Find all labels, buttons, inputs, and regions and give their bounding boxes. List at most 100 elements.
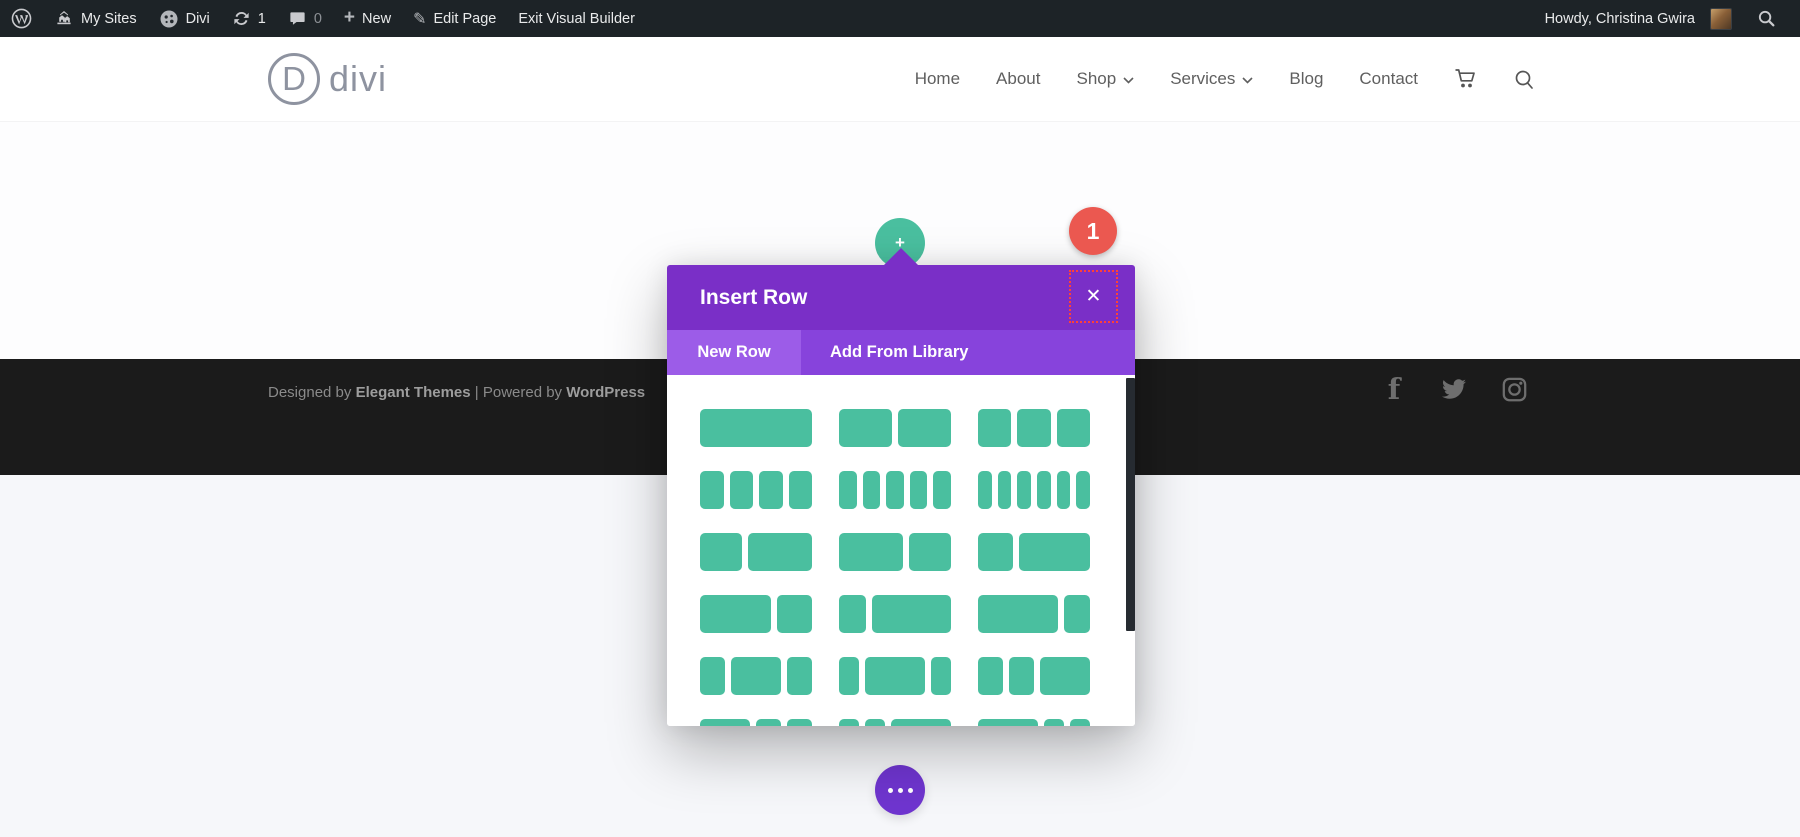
exit-visual-builder-button[interactable]: Exit Visual Builder: [507, 0, 646, 37]
layout-column-block: [787, 657, 812, 695]
layout-column-block: [1070, 719, 1090, 726]
layout-column-block: [909, 533, 951, 571]
wordpress-menu-button[interactable]: [0, 0, 43, 37]
divi-logo-circle: D: [268, 53, 320, 105]
layout-column-block: [933, 471, 951, 509]
chevron-down-icon: [1123, 69, 1134, 89]
nav-label: About: [996, 69, 1040, 89]
credit-wordpress-link[interactable]: WordPress: [566, 384, 645, 401]
modal-tabs: New Row Add From Library: [667, 330, 1135, 375]
credit-elegant-themes-link[interactable]: Elegant Themes: [356, 384, 471, 401]
footer-social-links: f: [1378, 373, 1530, 405]
layout-column-block: [1019, 533, 1090, 571]
footer-credit: Designed by Elegant Themes | Powered by …: [268, 384, 645, 401]
twitter-icon: [1440, 377, 1468, 401]
row-layout-option[interactable]: [839, 471, 951, 509]
nav-item-shop[interactable]: Shop: [1076, 69, 1134, 89]
row-layout-option[interactable]: [700, 471, 812, 509]
layout-column-block: [748, 533, 812, 571]
main-nav: Home About Shop Services Blog Co: [915, 37, 1535, 121]
layout-column-block: [998, 471, 1012, 509]
instagram-link[interactable]: [1498, 373, 1530, 405]
layout-column-block: [978, 657, 1003, 695]
row-layout-option[interactable]: [839, 533, 951, 571]
dot: [888, 788, 893, 793]
divi-menu[interactable]: Divi: [148, 0, 221, 37]
layout-column-block: [978, 719, 1038, 726]
step-number: 1: [1087, 218, 1100, 245]
layout-column-block: [700, 719, 750, 726]
layout-column-block: [1040, 657, 1090, 695]
modal-close-button[interactable]: ✕: [1069, 270, 1118, 323]
howdy-label: Howdy, Christina Gwira: [1545, 11, 1695, 27]
layout-column-block: [839, 719, 859, 726]
admin-search-button[interactable]: [1743, 0, 1790, 37]
nav-item-contact[interactable]: Contact: [1359, 69, 1418, 89]
nav-item-blog[interactable]: Blog: [1289, 69, 1323, 89]
admin-bar-right: Howdy, Christina Gwira: [1534, 0, 1800, 37]
row-layout-option[interactable]: [978, 409, 1090, 447]
comment-count: 0: [314, 11, 322, 27]
insert-row-modal: Insert Row ✕ New Row Add From Library: [667, 265, 1135, 726]
layout-column-block: [839, 409, 892, 447]
page-settings-button[interactable]: [875, 765, 925, 815]
layout-column-block: [1057, 409, 1090, 447]
row-layout-option[interactable]: [839, 595, 951, 633]
layout-column-block: [700, 409, 812, 447]
layout-column-block: [839, 533, 903, 571]
wp-admin-bar: My Sites Divi: [0, 0, 1800, 37]
my-account-menu[interactable]: Howdy, Christina Gwira: [1534, 0, 1743, 37]
nav-item-home[interactable]: Home: [915, 69, 960, 89]
row-layout-option[interactable]: [978, 657, 1090, 695]
divi-logo-text: divi: [329, 58, 387, 100]
avatar: [1710, 8, 1732, 30]
cart-button[interactable]: [1454, 68, 1478, 90]
row-layout-option[interactable]: [700, 595, 812, 633]
facebook-link[interactable]: f: [1378, 373, 1410, 405]
site-logo[interactable]: D divi: [268, 53, 387, 105]
row-layout-option[interactable]: [978, 595, 1090, 633]
layout-column-block: [777, 595, 812, 633]
row-layout-option[interactable]: [839, 409, 951, 447]
tab-add-from-library[interactable]: Add From Library: [801, 330, 968, 375]
twitter-link[interactable]: [1438, 373, 1470, 405]
modal-scrollbar[interactable]: [1126, 378, 1135, 631]
row-layout-option[interactable]: [839, 719, 951, 726]
row-layout-option[interactable]: [978, 719, 1090, 726]
nav-item-about[interactable]: About: [996, 69, 1040, 89]
header-search-button[interactable]: [1514, 69, 1535, 90]
row-layout-option[interactable]: [700, 719, 812, 726]
row-layout-option[interactable]: [700, 533, 812, 571]
layout-column-block: [1017, 471, 1031, 509]
new-content-menu[interactable]: + New: [333, 0, 402, 37]
layout-column-block: [898, 409, 951, 447]
close-icon: ✕: [1086, 287, 1102, 306]
layout-column-block: [886, 471, 904, 509]
row-layout-option[interactable]: [839, 657, 951, 695]
my-sites-menu[interactable]: My Sites: [43, 0, 148, 37]
row-layout-option[interactable]: [700, 657, 812, 695]
wordpress-logo-icon: [11, 8, 32, 29]
updates-menu[interactable]: 1: [221, 0, 277, 37]
edit-page-button[interactable]: ✎ Edit Page: [402, 0, 507, 37]
layout-column-block: [865, 719, 885, 726]
page: My Sites Divi: [0, 0, 1800, 837]
row-layout-option[interactable]: [978, 533, 1090, 571]
credit-mid: | Powered by: [471, 384, 567, 401]
layout-column-block: [863, 471, 881, 509]
comments-menu[interactable]: 0: [277, 0, 333, 37]
update-icon: [232, 9, 251, 28]
layout-column-block: [978, 595, 1058, 633]
layout-column-block: [931, 657, 951, 695]
row-layout-option[interactable]: [978, 471, 1090, 509]
layout-column-block: [872, 595, 952, 633]
tab-new-row[interactable]: New Row: [667, 330, 801, 375]
divi-label: Divi: [186, 11, 210, 27]
facebook-icon: f: [1388, 372, 1400, 406]
nav-label: Blog: [1289, 69, 1323, 89]
layout-column-block: [839, 657, 859, 695]
row-layout-option[interactable]: [700, 409, 812, 447]
layout-column-block: [759, 471, 783, 509]
nav-item-services[interactable]: Services: [1170, 69, 1253, 89]
layout-column-block: [700, 471, 724, 509]
